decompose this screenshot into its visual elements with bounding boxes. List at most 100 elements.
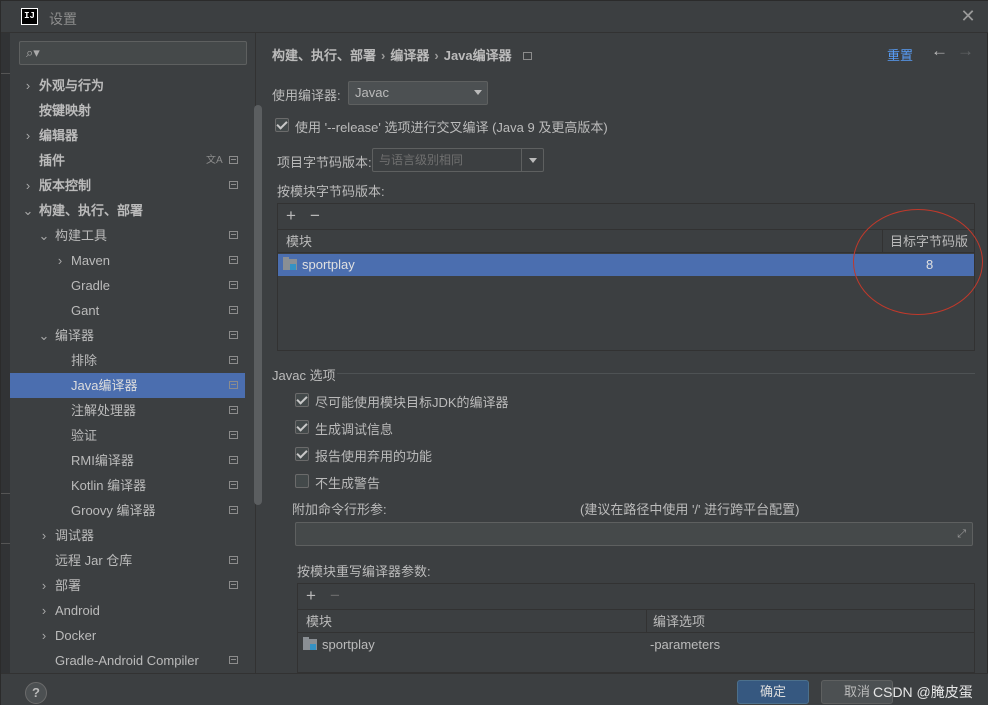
- chevron-down-icon[interactable]: ⌄: [38, 223, 50, 248]
- sidebar-item[interactable]: Groovy 编译器: [10, 498, 245, 523]
- chevron-down-icon[interactable]: ⌄: [38, 323, 50, 348]
- chevron-right-icon[interactable]: ›: [54, 248, 66, 273]
- chevron-right-icon[interactable]: ›: [38, 623, 50, 648]
- javac-option-label: 不生成警告: [315, 476, 381, 491]
- chevron-down-icon[interactable]: ⌄: [22, 198, 34, 223]
- chevron-right-icon[interactable]: ›: [38, 523, 50, 548]
- sidebar-item-label: 注解处理器: [71, 403, 137, 418]
- sidebar-item[interactable]: Kotlin 编译器: [10, 473, 245, 498]
- settings-window: IJ 设置 ✕ ⌕▾ › 外观与行为 按键映射 › 编辑器 插件 文A › 版本控制 ⌄ 构建、执行…: [0, 0, 988, 705]
- breadcrumb-item[interactable]: 构建、执行、部署: [272, 48, 376, 63]
- sidebar-item[interactable]: › 调试器: [10, 523, 245, 548]
- help-icon[interactable]: ?: [25, 682, 47, 704]
- back-arrow-icon[interactable]: ←: [931, 41, 948, 61]
- sidebar-item[interactable]: 插件 文A: [10, 148, 245, 173]
- breadcrumb-item[interactable]: 编译器: [390, 48, 429, 63]
- sidebar-item[interactable]: › 外观与行为: [10, 73, 245, 98]
- sidebar-item-label: 远程 Jar 仓库: [55, 553, 133, 568]
- close-icon[interactable]: ✕: [957, 5, 979, 27]
- javac-option-checkbox[interactable]: [295, 474, 309, 488]
- sidebar-item[interactable]: 远程 Jar 仓库: [10, 548, 245, 573]
- project-settings-icon: [229, 506, 238, 514]
- project-settings-icon: [229, 656, 238, 664]
- module-folder-icon: [303, 637, 317, 650]
- override-args-label: 按模块重写编译器参数:: [297, 564, 431, 579]
- sidebar-item[interactable]: Gradle-Android Compiler: [10, 648, 245, 673]
- compiler-select-value: Javac: [355, 85, 389, 100]
- breadcrumb-item: Java编译器: [443, 48, 512, 63]
- sidebar-item-label: 构建工具: [55, 228, 108, 243]
- project-settings-icon: [229, 331, 238, 339]
- sidebar-item[interactable]: › Docker: [10, 623, 245, 648]
- sidebar-item-label: Groovy 编译器: [71, 503, 156, 518]
- sidebar-item[interactable]: › Maven: [10, 248, 245, 273]
- sidebar-item-label: Android: [55, 603, 100, 618]
- extra-args-input[interactable]: ⤢: [295, 522, 973, 546]
- javac-option-checkbox[interactable]: [295, 393, 309, 407]
- sidebar-item[interactable]: › 编辑器: [10, 123, 245, 148]
- chevron-right-icon[interactable]: ›: [22, 173, 34, 198]
- project-bytecode-select[interactable]: 与语言级别相同: [372, 148, 544, 172]
- forward-arrow-icon[interactable]: →: [957, 41, 974, 61]
- sidebar-item[interactable]: › 部署: [10, 573, 245, 598]
- column-header-options[interactable]: 编译选项: [653, 610, 705, 633]
- sidebar-item-label: 调试器: [55, 528, 95, 543]
- sidebar-item-label: 插件: [39, 153, 66, 168]
- remove-icon[interactable]: −: [310, 206, 320, 226]
- project-settings-icon: [229, 381, 238, 389]
- sidebar-item-label: 验证: [71, 428, 98, 443]
- extra-args-label: 附加命令行形参:: [292, 502, 387, 517]
- reset-link[interactable]: 重置: [887, 45, 913, 64]
- chevron-down-icon: [474, 90, 482, 95]
- sidebar-item-label: Maven: [71, 253, 111, 268]
- sidebar-item-label: 按键映射: [39, 103, 92, 118]
- compile-options-value[interactable]: -parameters: [650, 634, 720, 656]
- sidebar-item[interactable]: ⌄ 编译器: [10, 323, 245, 348]
- sidebar-item[interactable]: 验证: [10, 423, 245, 448]
- chevron-right-icon[interactable]: ›: [22, 123, 34, 148]
- sidebar-item[interactable]: ⌄ 构建、执行、部署: [10, 198, 245, 223]
- javac-section-title: Javac 选项: [272, 368, 336, 383]
- sidebar-item[interactable]: Java编译器: [10, 373, 245, 398]
- sidebar-item[interactable]: RMI编译器: [10, 448, 245, 473]
- sidebar-item[interactable]: 排除: [10, 348, 245, 373]
- search-input[interactable]: ⌕▾: [19, 41, 247, 65]
- javac-option-checkbox[interactable]: [295, 447, 309, 461]
- sidebar-item[interactable]: › Android: [10, 598, 245, 623]
- sidebar-item-label: Gradle: [71, 278, 111, 293]
- project-settings-icon: [229, 431, 238, 439]
- project-settings-icon: [229, 181, 238, 189]
- section-divider: [337, 373, 975, 374]
- column-header-module[interactable]: 模块: [306, 610, 332, 633]
- title-bar: IJ 设置 ✕: [1, 1, 988, 33]
- add-icon[interactable]: +: [306, 586, 316, 606]
- javac-option-label: 尽可能使用模块目标JDK的编译器: [315, 395, 509, 410]
- compiler-select[interactable]: Javac: [348, 81, 488, 105]
- project-settings-icon: [229, 256, 238, 264]
- per-module-bytecode-label: 按模块字节码版本:: [277, 184, 385, 199]
- javac-option-checkbox[interactable]: [295, 420, 309, 434]
- table-row[interactable]: sportplay -parameters: [298, 634, 974, 656]
- sidebar-item[interactable]: 注解处理器: [10, 398, 245, 423]
- sidebar-item-label: 版本控制: [39, 178, 92, 193]
- chevron-right-icon[interactable]: ›: [22, 73, 34, 98]
- sidebar-item[interactable]: 按键映射: [10, 98, 245, 123]
- sidebar-item[interactable]: Gant: [10, 298, 245, 323]
- sidebar-item[interactable]: Gradle: [10, 273, 245, 298]
- release-checkbox[interactable]: [275, 118, 289, 132]
- ok-button[interactable]: 确定: [737, 680, 809, 704]
- chevron-down-icon: [521, 149, 543, 171]
- add-icon[interactable]: +: [286, 206, 296, 226]
- sidebar-item[interactable]: › 版本控制: [10, 173, 245, 198]
- search-icon: ⌕▾: [26, 45, 40, 60]
- chevron-right-icon[interactable]: ›: [38, 598, 50, 623]
- sidebar-item-label: Java编译器: [71, 378, 138, 393]
- window-title: 设置: [49, 11, 77, 27]
- remove-icon[interactable]: −: [330, 586, 340, 606]
- column-header-module[interactable]: 模块: [286, 230, 312, 253]
- project-settings-icon: [229, 581, 238, 589]
- expand-icon[interactable]: ⤢: [957, 528, 966, 541]
- project-settings-icon: [229, 556, 238, 564]
- chevron-right-icon[interactable]: ›: [38, 573, 50, 598]
- sidebar-item[interactable]: ⌄ 构建工具: [10, 223, 245, 248]
